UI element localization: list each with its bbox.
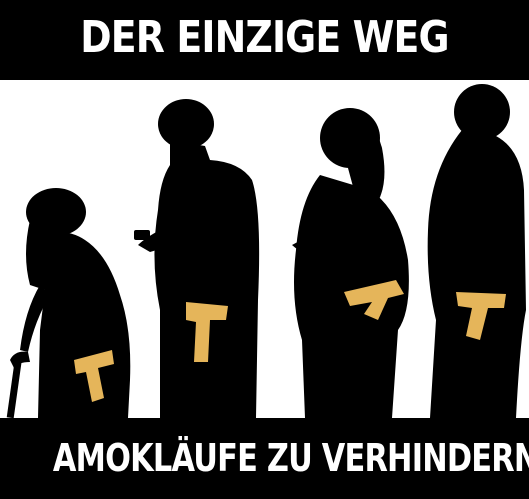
- silhouette-scene: [0, 80, 529, 418]
- top-caption: DER EINZIGE WEG: [80, 12, 449, 63]
- bottom-caption: AMOKLÄUFE ZU VERHINDERN: [52, 436, 529, 480]
- meme-image: DER EINZIGE WEG AMOKLÄUFE ZU VERHINDERN: [0, 0, 529, 499]
